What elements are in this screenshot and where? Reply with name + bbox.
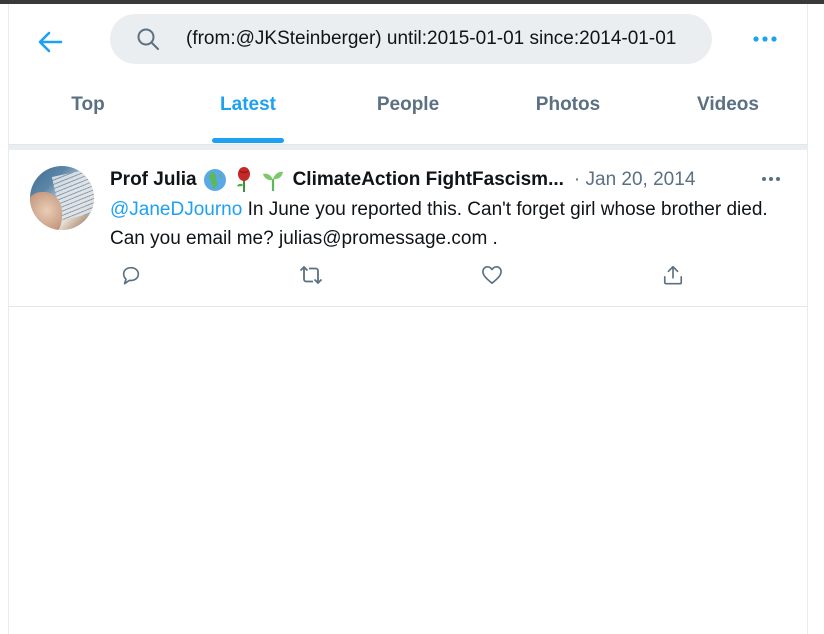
tweet-date-link[interactable]: · Jan 20, 2014 (574, 169, 695, 191)
tab-label: Top (71, 94, 105, 115)
search-tabs: Top Latest People Photos Videos (8, 80, 808, 144)
globe-africa-icon (203, 168, 227, 192)
tab-people[interactable]: People (328, 80, 488, 144)
tab-photos[interactable]: Photos (488, 80, 648, 144)
tab-label: Latest (220, 94, 276, 115)
tab-videos[interactable]: Videos (648, 80, 808, 144)
tab-label: Photos (535, 94, 601, 115)
search-icon (137, 28, 159, 50)
tab-label: People (376, 94, 440, 115)
search-input[interactable] (186, 14, 712, 64)
mention-link[interactable]: @JaneDJourno (110, 199, 242, 220)
avatar[interactable] (30, 166, 94, 230)
author-name: Prof Julia (110, 169, 197, 190)
tweet-actions (110, 260, 710, 290)
avatar-face-detail (30, 192, 62, 230)
author-name-rest: ClimateAction FightFascism... (292, 169, 564, 190)
retweet-icon (299, 265, 323, 285)
reply-button[interactable] (116, 260, 146, 290)
more-options-button[interactable] (746, 24, 784, 54)
tab-top[interactable]: Top (8, 80, 168, 144)
arrow-left-icon (38, 31, 63, 53)
tweet-more-button[interactable] (756, 164, 786, 194)
seedling-icon (261, 168, 285, 192)
rose-icon (233, 167, 255, 193)
back-button[interactable] (30, 24, 70, 60)
more-horizontal-icon (762, 177, 780, 181)
author-name-link[interactable]: Prof Julia ClimateAction FightFascism... (110, 167, 564, 193)
active-tab-indicator (212, 138, 284, 143)
share-icon (663, 265, 683, 285)
share-button[interactable] (658, 260, 688, 290)
tweet-header: Prof Julia ClimateAction FightFascism...… (110, 167, 800, 193)
reply-icon (122, 266, 140, 285)
like-button[interactable] (477, 260, 507, 290)
more-horizontal-icon (753, 36, 777, 42)
tweet-text: @JaneDJourno In June you reported this. … (110, 195, 770, 253)
search-box[interactable] (110, 14, 712, 64)
tweet[interactable]: Prof Julia ClimateAction FightFascism...… (8, 150, 808, 307)
tab-label: Videos (697, 94, 759, 115)
retweet-button[interactable] (296, 260, 326, 290)
tab-latest[interactable]: Latest (168, 80, 328, 144)
like-icon (482, 266, 502, 284)
